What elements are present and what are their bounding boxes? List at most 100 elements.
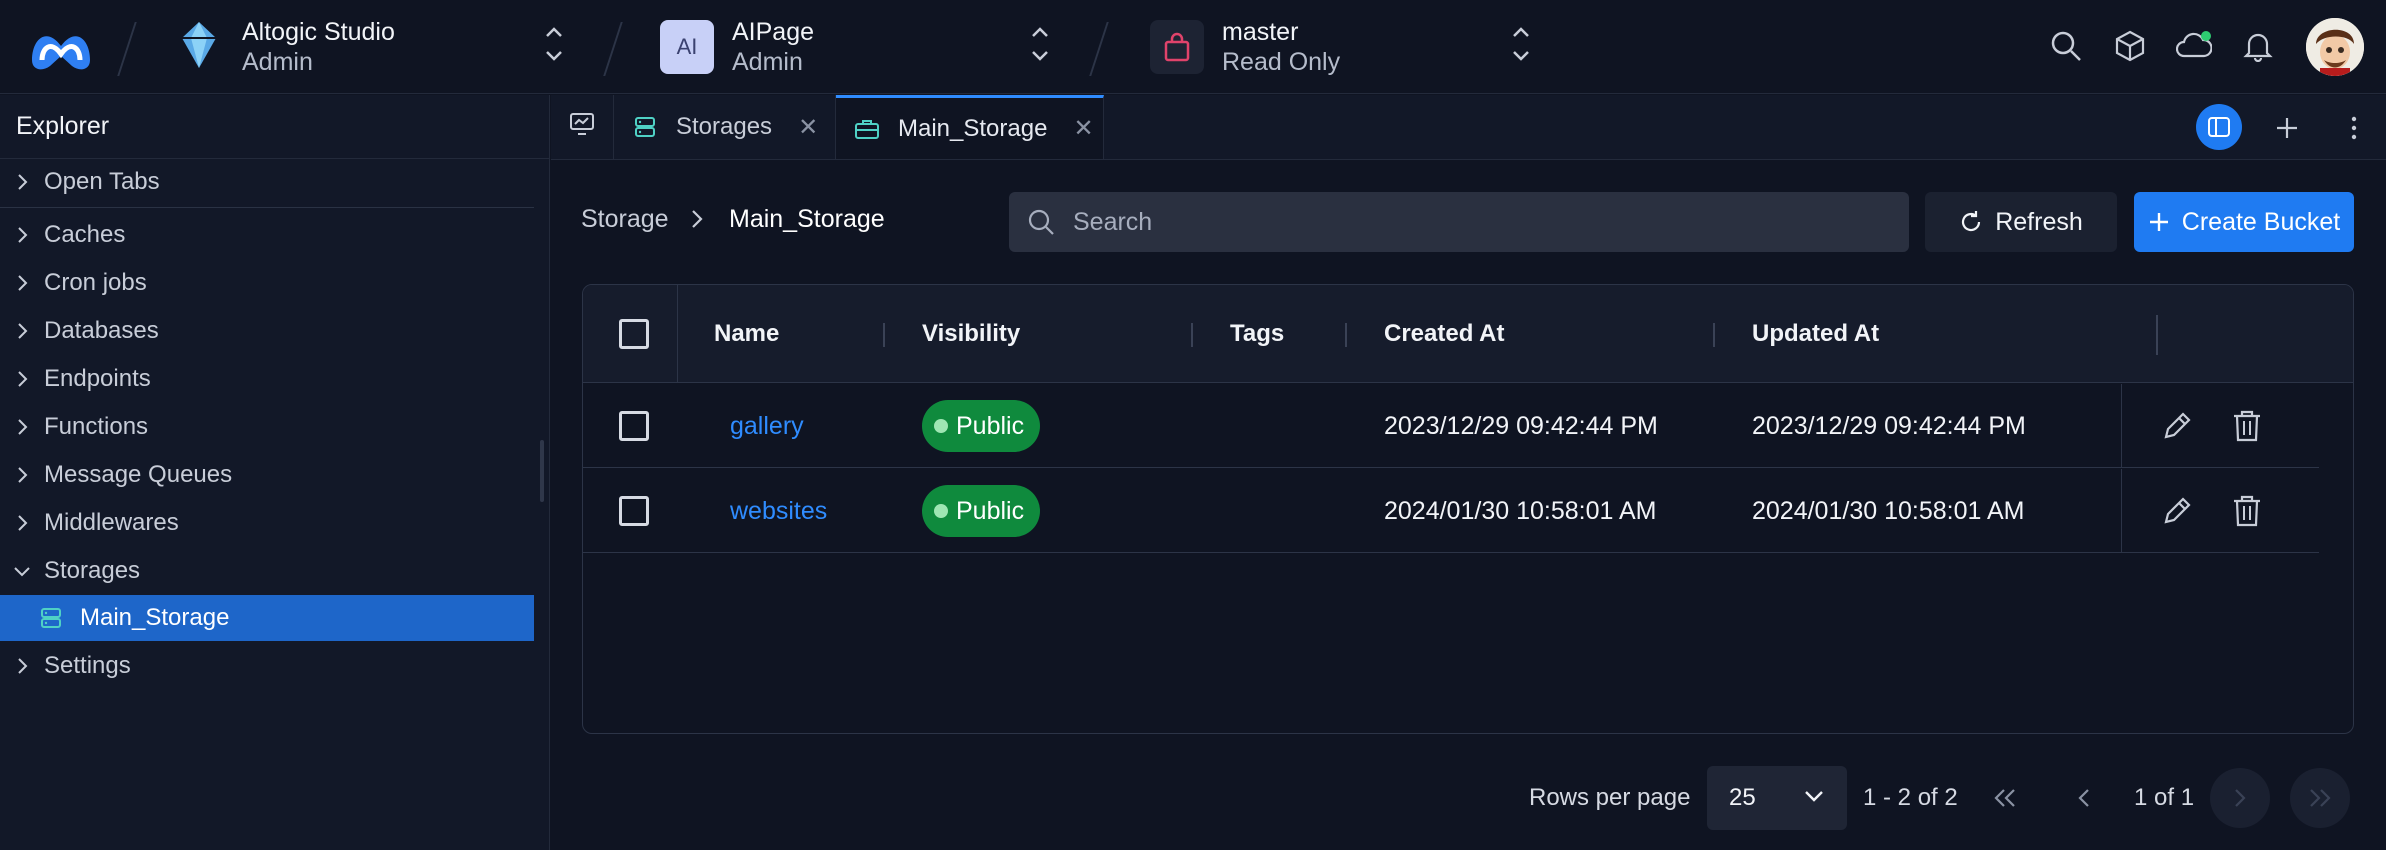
- package-icon[interactable]: [2112, 28, 2148, 64]
- chevron-right-icon: [0, 226, 44, 244]
- visibility-cell: Public: [922, 469, 1041, 553]
- edit-icon[interactable]: [2160, 469, 2194, 553]
- breadcrumb-root[interactable]: Storage: [581, 205, 669, 234]
- rows-per-page-label: Rows per page: [1529, 784, 1691, 811]
- tab-storages[interactable]: Storages ✕: [614, 95, 836, 159]
- dashboard-icon: [569, 112, 595, 143]
- sidebar-item-label: Caches: [44, 221, 126, 248]
- plus-icon: [2148, 211, 2170, 233]
- explorer-title: Explorer: [0, 95, 549, 159]
- bell-icon[interactable]: [2240, 28, 2276, 64]
- bucket-name-link[interactable]: websites: [730, 469, 827, 553]
- column-divider: [883, 323, 885, 347]
- add-tab-icon[interactable]: [2267, 108, 2307, 148]
- app-chevron-updown-icon[interactable]: [1028, 22, 1052, 66]
- sidebar-item-databases[interactable]: Databases: [0, 308, 534, 354]
- chevron-right-icon: [0, 514, 44, 532]
- close-icon[interactable]: ✕: [1073, 114, 1093, 143]
- search-box[interactable]: [1009, 192, 1909, 252]
- sidebar-item-caches[interactable]: Caches: [0, 212, 534, 258]
- column-header-name[interactable]: Name: [714, 285, 779, 383]
- topbar-divider: [603, 22, 623, 76]
- chevron-right-icon: [0, 466, 44, 484]
- sidebar-item-open-tabs[interactable]: Open Tabs: [0, 159, 534, 205]
- refresh-button[interactable]: Refresh: [1925, 192, 2117, 252]
- org-role: Admin: [242, 48, 313, 76]
- previous-page-icon[interactable]: [2054, 768, 2114, 828]
- column-divider: [2121, 384, 2122, 468]
- app-name: AIPage: [732, 18, 815, 46]
- status-dot: [934, 419, 948, 433]
- sidebar-item-label: Endpoints: [44, 365, 151, 392]
- storage-server-icon: [40, 607, 62, 629]
- table-row[interactable]: gallery Public 2023/12/29 09:42:44 PM 20…: [583, 384, 2319, 468]
- row-checkbox[interactable]: [619, 469, 649, 553]
- search-icon: [1027, 208, 1055, 236]
- column-header-created-at[interactable]: Created At: [1384, 285, 1504, 383]
- env-chevron-updown-icon[interactable]: [1509, 22, 1533, 66]
- chevron-right-icon: [0, 322, 44, 340]
- app-avatar: AI: [660, 20, 714, 74]
- sidebar-item-label: Open Tabs: [44, 168, 160, 195]
- sidebar-item-label: Main_Storage: [80, 604, 230, 631]
- row-checkbox[interactable]: [619, 384, 649, 468]
- table-row[interactable]: websites Public 2024/01/30 10:58:01 AM 2…: [583, 469, 2319, 553]
- status-badge: Public: [922, 400, 1041, 452]
- more-vertical-icon[interactable]: [2334, 108, 2374, 148]
- delete-icon[interactable]: [2232, 469, 2262, 553]
- sidebar-item-label: Middlewares: [44, 509, 179, 536]
- sidebar-item-cron-jobs[interactable]: Cron jobs: [0, 260, 534, 306]
- created-at-cell: 2024/01/30 10:58:01 AM: [1384, 496, 1657, 525]
- tab-main-storage[interactable]: Main_Storage ✕: [836, 95, 1104, 159]
- environment-mode: Read Only: [1222, 48, 1341, 76]
- org-switcher[interactable]: Altogic Studio Admin: [180, 14, 395, 80]
- app-switcher[interactable]: AI AIPage Admin: [660, 14, 814, 80]
- column-header-tags[interactable]: Tags: [1230, 285, 1284, 383]
- edit-icon[interactable]: [2160, 384, 2194, 468]
- column-header-visibility[interactable]: Visibility: [922, 285, 1020, 383]
- sidebar-item-main-storage[interactable]: Main_Storage: [0, 595, 534, 641]
- updated-at-cell: 2023/12/29 09:42:44 PM: [1752, 411, 2026, 440]
- environment-switcher[interactable]: master Read Only: [1150, 14, 1340, 80]
- last-page-icon[interactable]: [2290, 768, 2350, 828]
- cloud-status-icon[interactable]: [2176, 28, 2212, 64]
- tab-label: Storages: [676, 113, 773, 140]
- sidebar-item-message-queues[interactable]: Message Queues: [0, 452, 534, 498]
- briefcase-icon: [854, 118, 880, 140]
- sidebar-item-middlewares[interactable]: Middlewares: [0, 500, 534, 546]
- next-page-icon[interactable]: [2210, 768, 2270, 828]
- pagination-range: 1 - 2 of 2: [1863, 784, 1958, 811]
- column-divider: [2121, 469, 2122, 553]
- column-divider: [1713, 323, 1715, 347]
- chevron-right-icon: [0, 370, 44, 388]
- org-chevron-updown-icon[interactable]: [542, 22, 566, 66]
- search-input[interactable]: [1073, 207, 1893, 237]
- storage-explorer-window: Altogic Studio Admin AI AIPage Admin mas…: [0, 0, 2386, 850]
- toggle-panel-button[interactable]: [2196, 104, 2242, 150]
- sidebar-item-storages[interactable]: Storages: [0, 548, 534, 594]
- delete-icon[interactable]: [2232, 384, 2262, 468]
- create-bucket-button[interactable]: Create Bucket: [2134, 192, 2354, 252]
- select-all-checkbox[interactable]: [619, 285, 649, 383]
- sidebar-resize-handle[interactable]: [540, 440, 544, 502]
- rows-per-page-value: 25: [1729, 784, 1756, 811]
- tab-dashboard[interactable]: [551, 95, 614, 159]
- sidebar-item-settings[interactable]: Settings: [0, 643, 534, 689]
- first-page-icon[interactable]: [1975, 768, 2035, 828]
- column-header-updated-at[interactable]: Updated At: [1752, 285, 1879, 383]
- environment-name: master: [1222, 18, 1299, 46]
- updated-at-cell: 2024/01/30 10:58:01 AM: [1752, 496, 2025, 525]
- altogic-logo-icon[interactable]: [24, 20, 98, 74]
- close-icon[interactable]: ✕: [798, 113, 818, 142]
- chevron-down-icon: [1803, 788, 1825, 804]
- sidebar-item-label: Databases: [44, 317, 159, 344]
- sidebar-item-endpoints[interactable]: Endpoints: [0, 356, 534, 402]
- sidebar-item-functions[interactable]: Functions: [0, 404, 534, 450]
- rows-per-page-select[interactable]: 25: [1707, 766, 1847, 830]
- bucket-name-link[interactable]: gallery: [730, 384, 804, 468]
- top-bar: Altogic Studio Admin AI AIPage Admin mas…: [0, 0, 2386, 94]
- refresh-label: Refresh: [1995, 207, 2083, 236]
- lock-bag-icon: [1150, 20, 1204, 74]
- search-icon[interactable]: [2048, 28, 2084, 64]
- user-avatar[interactable]: [2306, 18, 2364, 76]
